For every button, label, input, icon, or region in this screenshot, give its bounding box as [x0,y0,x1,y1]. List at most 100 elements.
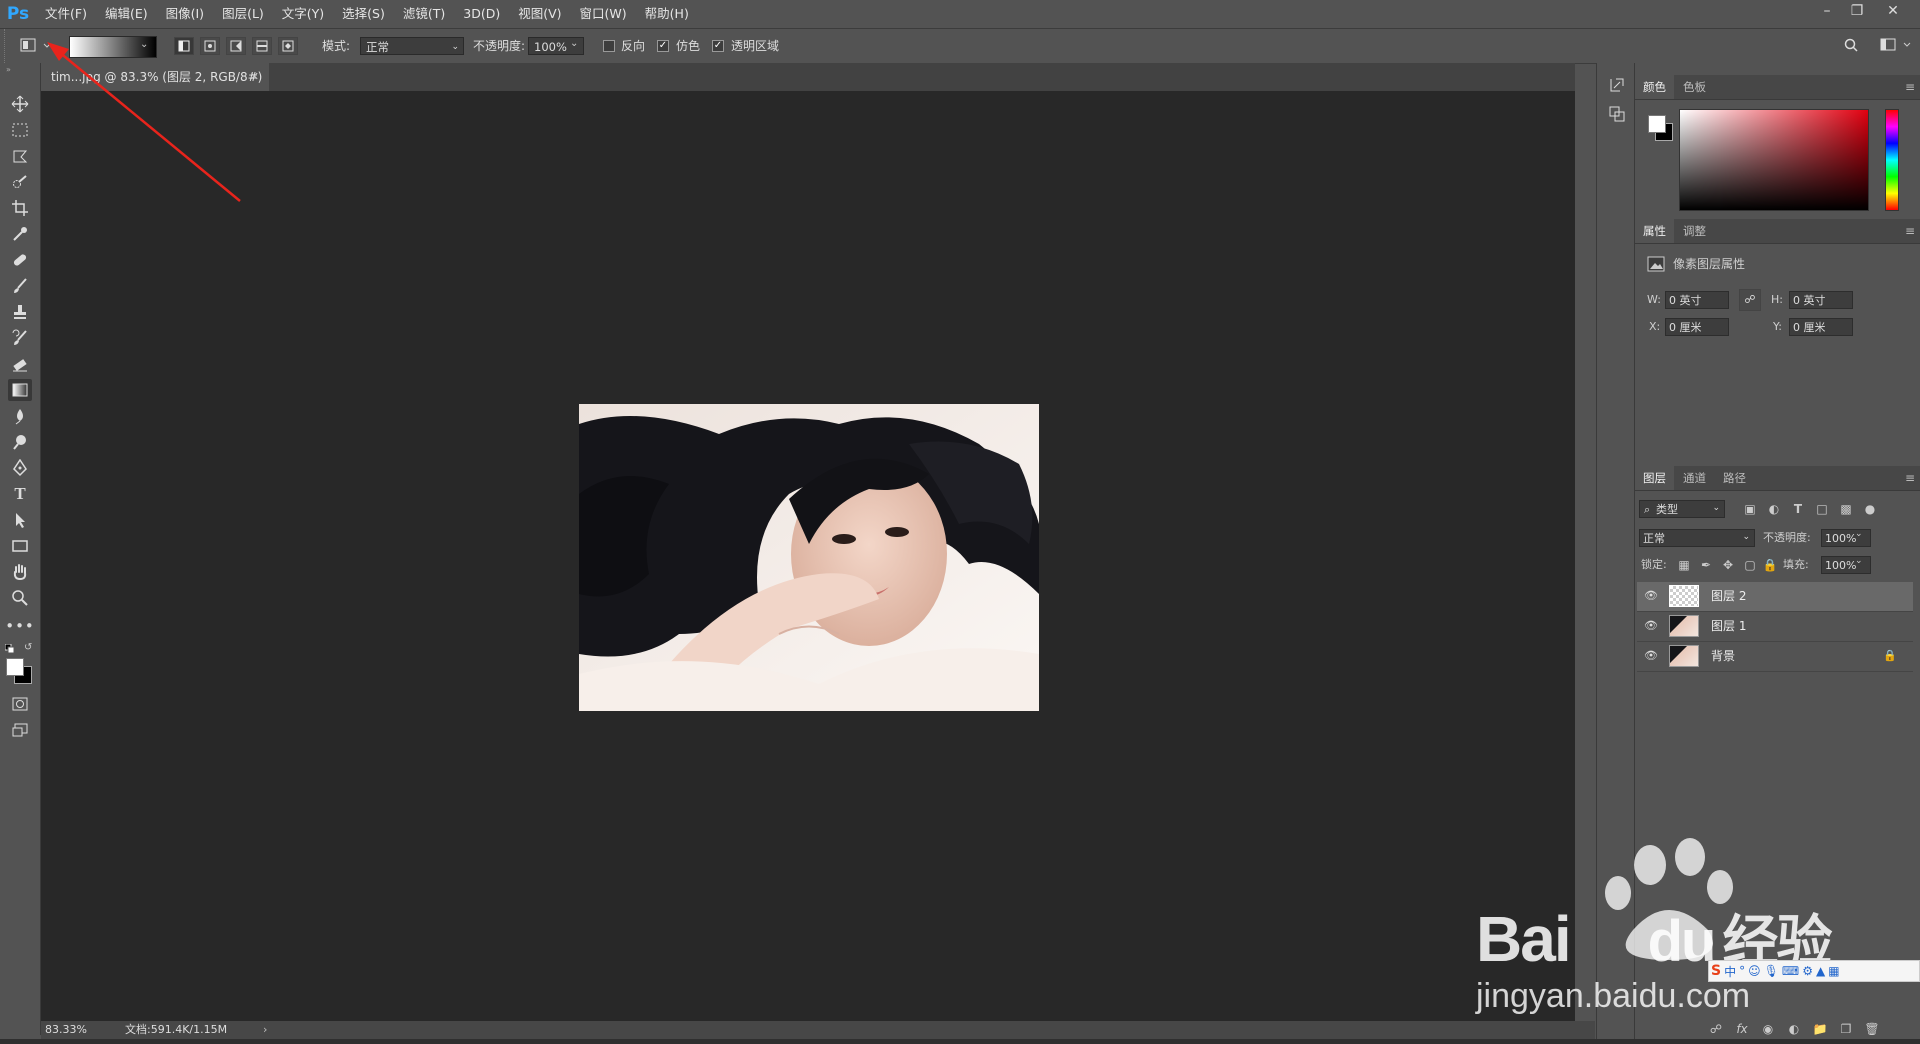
ime-keyboard-icon[interactable]: ⌨ [1782,964,1799,978]
link-layers-icon[interactable]: ☍ [1705,1018,1727,1040]
sogou-icon[interactable]: S [1711,963,1721,979]
height-field[interactable]: 0 英寸 [1789,291,1853,309]
menu-file[interactable]: 文件(F) [36,0,96,27]
ime-grid-icon[interactable]: ▦ [1828,964,1839,978]
tab-swatches[interactable]: 色板 [1675,75,1714,99]
zoom-level[interactable]: 83.33% [45,1021,87,1039]
x-field[interactable]: 0 厘米 [1665,318,1729,336]
document-image[interactable] [579,404,1039,711]
workspace-switcher-icon[interactable] [1880,37,1914,57]
menu-image[interactable]: 图像(I) [157,0,213,27]
ime-shirt-icon[interactable]: ▲ [1816,964,1825,978]
panel-menu-icon[interactable]: ≡ [1905,219,1915,243]
menu-3d[interactable]: 3D(D) [454,0,509,27]
tab-channels[interactable]: 通道 [1675,466,1714,490]
new-layer-icon[interactable]: ❐ [1835,1018,1857,1040]
crop-tool-icon[interactable] [8,197,32,219]
lasso-tool-icon[interactable] [8,145,32,167]
menu-help[interactable]: 帮助(H) [636,0,698,27]
menu-filter[interactable]: 滤镜(T) [394,0,454,27]
swap-colors-icon[interactable]: ↺ [24,642,32,653]
filter-smart-object-icon[interactable]: ▩ [1835,498,1857,520]
properties-panel-icon[interactable] [1608,105,1626,127]
lock-position-icon[interactable]: ✥ [1717,554,1739,576]
dodge-tool-icon[interactable] [8,431,32,453]
y-field[interactable]: 0 厘米 [1789,318,1853,336]
ime-voice-icon[interactable]: 🎙 [1764,964,1779,978]
ime-punct-icon[interactable]: ° [1739,964,1745,978]
chevron-down-icon[interactable]: ⌄ [1855,556,1863,566]
tab-adjustments[interactable]: 调整 [1675,219,1714,243]
options-bar-grip[interactable] [4,29,13,63]
fx-icon[interactable]: fx [1731,1018,1753,1040]
eyedropper-tool-icon[interactable] [8,223,32,245]
color-field[interactable] [1679,109,1869,211]
eye-icon[interactable]: 👁 [1643,619,1659,633]
eye-icon[interactable]: 👁 [1643,589,1659,603]
gradient-tool-icon[interactable] [8,379,32,401]
hand-tool-icon[interactable] [8,561,32,583]
menu-view[interactable]: 视图(V) [509,0,570,27]
blend-mode-select[interactable]: 正常 ⌄ [1639,529,1755,547]
tool-preset-picker[interactable] [20,38,51,52]
dither-checkbox[interactable]: ✓ [657,40,669,52]
layer-row-layer2[interactable]: 👁 图层 2 [1637,582,1913,612]
menu-select[interactable]: 选择(S) [333,0,394,27]
screen-mode-icon[interactable] [8,719,32,741]
menu-type[interactable]: 文字(Y) [273,0,333,27]
mode-select[interactable]: 正常 ⌄ [360,37,464,55]
layer-name[interactable]: 背景 [1711,642,1735,671]
path-selection-tool-icon[interactable] [8,509,32,531]
ime-emoji-icon[interactable]: ☺ [1748,964,1761,978]
color-foreground-swatch[interactable] [1648,115,1666,133]
filter-shape-icon[interactable]: □ [1811,498,1833,520]
quick-mask-icon[interactable] [8,693,32,715]
zoom-tool-icon[interactable] [8,587,32,609]
history-brush-tool-icon[interactable] [8,327,32,349]
chevron-right-icon[interactable]: › [263,1021,267,1039]
marquee-tool-icon[interactable] [8,119,32,141]
type-tool-icon[interactable]: T [8,483,32,505]
filter-pixel-icon[interactable]: ▣ [1739,498,1761,520]
menu-edit[interactable]: 编辑(E) [96,0,157,27]
reverse-checkbox[interactable] [603,40,615,52]
transparency-checkbox[interactable]: ✓ [712,40,724,52]
rectangle-tool-icon[interactable] [8,535,32,557]
more-tools-icon[interactable]: ••• [5,615,34,637]
chevron-down-icon[interactable]: ⌄ [1855,529,1863,539]
chevron-down-icon[interactable]: ⌄ [570,38,578,49]
eraser-tool-icon[interactable] [8,353,32,375]
layer-row-layer1[interactable]: 👁 图层 1 [1637,612,1913,642]
tab-color[interactable]: 颜色 [1635,75,1674,99]
filter-toggle-icon[interactable]: ● [1859,498,1881,520]
lock-artboard-icon[interactable]: ▢ [1739,554,1761,576]
layer-name[interactable]: 图层 1 [1711,612,1746,641]
lock-transparent-icon[interactable]: ▦ [1673,554,1695,576]
lock-all-icon[interactable]: 🔒 [1759,554,1781,576]
foreground-color-swatch[interactable] [6,658,24,676]
tab-layers[interactable]: 图层 [1635,466,1674,490]
close-icon[interactable]: ✕ [1878,0,1908,22]
brush-tool-icon[interactable] [8,275,32,297]
layer-row-background[interactable]: 👁 背景 🔒 [1637,642,1913,672]
add-mask-icon[interactable]: ◉ [1757,1018,1779,1040]
pen-tool-icon[interactable] [8,457,32,479]
hue-slider[interactable] [1885,109,1899,211]
ime-skin-icon[interactable]: ⚙ [1802,964,1813,978]
link-icon[interactable]: ☍ [1739,289,1761,311]
filter-type-icon[interactable]: T [1787,498,1809,520]
healing-brush-tool-icon[interactable] [8,249,32,271]
search-icon[interactable] [1843,37,1859,57]
history-panel-icon[interactable] [1608,76,1626,98]
layer-name[interactable]: 图层 2 [1711,582,1746,611]
tab-properties[interactable]: 属性 [1635,219,1674,243]
menu-layer[interactable]: 图层(L) [213,0,273,27]
blur-tool-icon[interactable] [8,405,32,427]
panel-menu-icon[interactable]: ≡ [1905,466,1915,490]
collapse-icon[interactable]: » [6,65,11,74]
adjustment-layer-icon[interactable]: ◐ [1783,1018,1805,1040]
ime-chinese-icon[interactable]: 中 [1724,963,1736,980]
new-group-icon[interactable]: 📁 [1809,1018,1831,1040]
layer-fill-input[interactable]: 100% [1821,556,1871,574]
width-field[interactable]: 0 英寸 [1665,291,1729,309]
